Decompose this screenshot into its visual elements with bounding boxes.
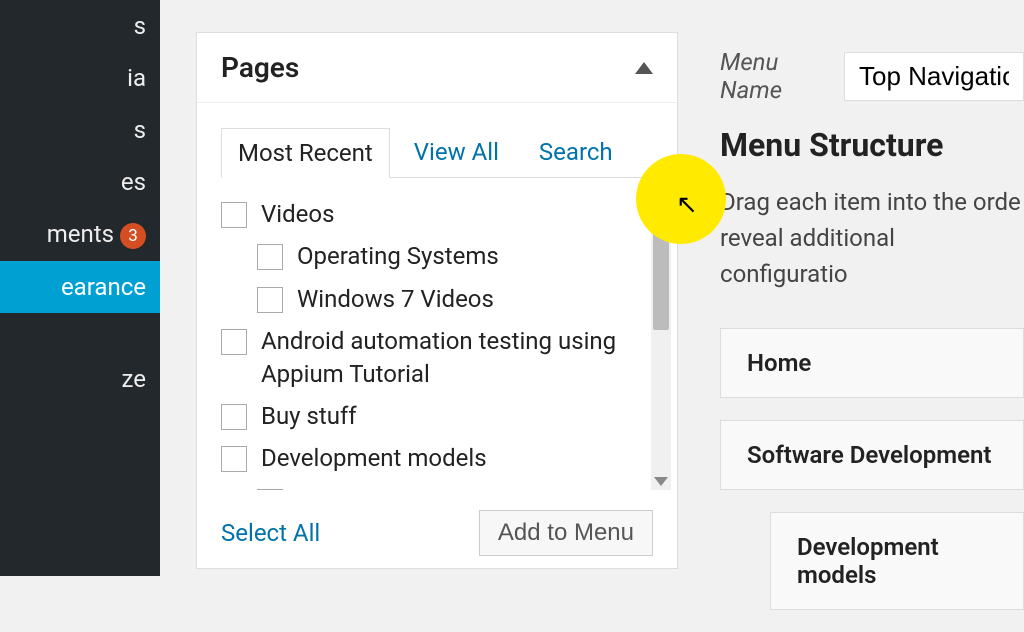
sidebar-item-6[interactable]: ze: [0, 353, 160, 405]
pages-panel-title: Pages: [221, 51, 299, 84]
sidebar-item-1[interactable]: ia: [0, 52, 160, 104]
list-item: Android automation testing using Appium …: [221, 325, 637, 390]
tab-most-recent[interactable]: Most Recent: [221, 128, 390, 178]
scrollbar[interactable]: [651, 188, 671, 490]
menu-item-development-models[interactable]: Development models: [770, 512, 1024, 610]
collapse-icon: [635, 62, 653, 74]
cursor-icon: ↖: [676, 190, 698, 220]
list-item: Videos: [221, 198, 637, 230]
checkbox[interactable]: [221, 446, 247, 472]
checkbox[interactable]: [221, 202, 247, 228]
menu-name-input[interactable]: [844, 52, 1024, 101]
scroll-thumb[interactable]: [653, 210, 669, 330]
checkbox[interactable]: [221, 404, 247, 430]
tab-view-all[interactable]: View All: [398, 128, 515, 178]
tab-search[interactable]: Search: [523, 128, 629, 178]
admin-sidebar: s ia s es ments3 earance ze: [0, 0, 160, 576]
menu-structure-description: Drag each item into the orde reveal addi…: [720, 184, 1024, 292]
menu-item-software-development[interactable]: Software Development: [720, 420, 1024, 490]
list-item: BDD software development: [257, 485, 637, 490]
menu-structure-column: Menu Name Menu Structure Drag each item …: [720, 32, 1024, 632]
sidebar-item-2[interactable]: s: [0, 104, 160, 156]
pages-panel-footer: Select All Add to Menu: [197, 498, 677, 568]
list-item: Development models: [221, 442, 637, 474]
scroll-up-icon: [654, 192, 668, 201]
add-to-menu-button[interactable]: Add to Menu: [479, 510, 653, 556]
menu-name-label: Menu Name: [720, 48, 822, 104]
checkbox[interactable]: [257, 287, 283, 313]
sidebar-item-comments[interactable]: ments3: [0, 208, 160, 261]
comments-badge: 3: [120, 223, 146, 249]
sidebar-item-0[interactable]: s: [0, 0, 160, 52]
menu-item-home[interactable]: Home: [720, 328, 1024, 398]
menu-structure-heading: Menu Structure: [720, 126, 1024, 164]
checkbox[interactable]: [221, 329, 247, 355]
select-all-link[interactable]: Select All: [221, 519, 320, 547]
sidebar-item-appearance[interactable]: earance: [0, 261, 160, 313]
pages-tabs: Most Recent View All Search: [221, 127, 653, 178]
checkbox[interactable]: [257, 244, 283, 270]
pages-list: Videos Operating Systems Windows 7 Video…: [197, 178, 677, 498]
sidebar-item-3[interactable]: es: [0, 156, 160, 208]
scroll-down-icon: [654, 477, 668, 486]
pages-panel: Pages Most Recent View All Search Videos…: [196, 32, 678, 569]
list-item: Operating Systems: [257, 240, 637, 272]
pages-panel-header[interactable]: Pages: [197, 33, 677, 103]
list-item: Buy stuff: [221, 400, 637, 432]
menu-name-row: Menu Name: [720, 32, 1024, 126]
list-item: Windows 7 Videos: [257, 283, 637, 315]
checkbox[interactable]: [257, 489, 283, 490]
